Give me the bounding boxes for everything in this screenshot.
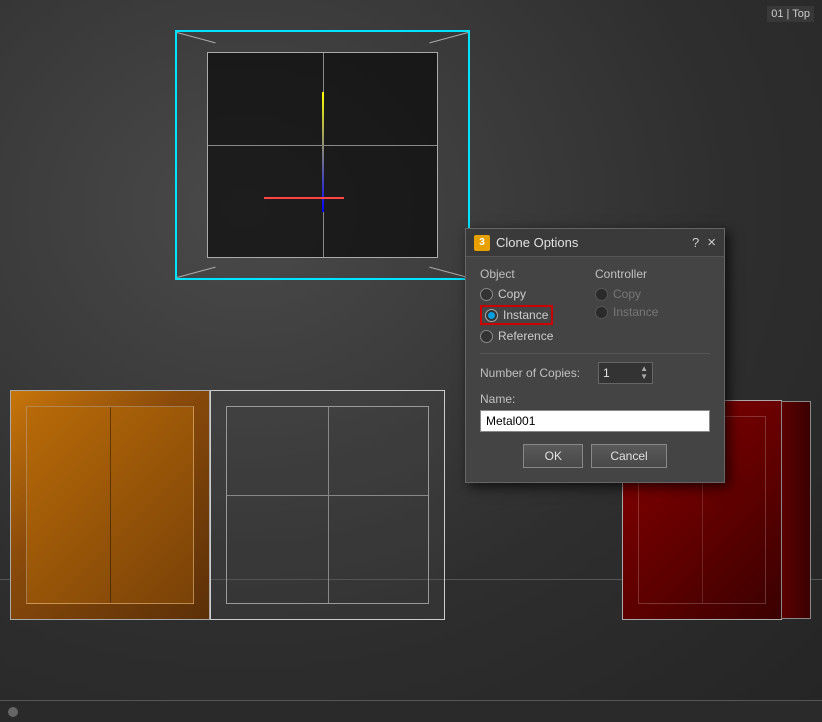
viewport-label: 01 | Top [767,6,814,22]
name-row: Name: [480,392,710,432]
object-instance-label: Instance [503,308,548,322]
object-instance-radio[interactable]: Instance [480,305,595,325]
ok-button[interactable]: OK [523,444,583,468]
copies-down-arrow[interactable]: ▼ [640,373,648,381]
controller-copy-radio: Copy [595,287,710,301]
dialog-help-button[interactable]: ? [692,235,699,250]
copies-label: Number of Copies: [480,366,590,380]
dialog-close-button[interactable]: × [707,235,716,250]
cabinet-brown-inner [26,406,194,604]
cancel-button[interactable]: Cancel [591,444,666,468]
divider-1 [480,353,710,354]
dialog-titlebar: 3 Clone Options ? × [466,229,724,257]
persp-line-tl [177,32,216,43]
copies-row: Number of Copies: 1 ▲ ▼ [480,362,710,384]
clone-options-dialog: 3 Clone Options ? × Object Copy [465,228,725,483]
object-copy-label: Copy [498,287,526,301]
copies-arrows: ▲ ▼ [640,365,648,381]
axis-y [322,92,324,212]
cabinet-wire-inner [226,406,429,604]
controller-instance-radio-outer [595,306,608,319]
copies-spinbox[interactable]: 1 ▲ ▼ [598,362,653,384]
object-copy-radio[interactable]: Copy [480,287,595,301]
cabinet-brown [10,390,210,620]
controller-copy-radio-outer [595,288,608,301]
object-instance-radio-outer [485,309,498,322]
name-label: Name: [480,392,710,406]
selected-object [175,30,470,280]
persp-line-bl [177,267,216,278]
cabinet-red-side [781,401,811,619]
dialog-title: Clone Options [496,235,578,250]
controller-column: Controller Copy Instance [595,267,710,343]
object-copy-radio-outer [480,288,493,301]
object-reference-radio-outer [480,330,493,343]
persp-line-br [429,267,468,278]
status-bar [0,700,822,722]
object-instance-radio-inner [488,312,495,319]
dialog-columns: Object Copy Instance [480,267,710,343]
persp-line-tr [429,32,468,43]
cabinet-wire [210,390,445,620]
status-dot [8,707,18,717]
cabinet-brown-divider [110,407,111,603]
object-reference-radio[interactable]: Reference [480,329,595,343]
dialog-buttons: OK Cancel [480,444,710,472]
cabinet-wire-divider [328,407,329,603]
dialog-body: Object Copy Instance [466,257,724,482]
object-radio-group: Copy Instance Referenc [480,287,595,343]
dialog-title-left: 3 Clone Options [474,235,578,251]
controller-header: Controller [595,267,710,281]
object-column: Object Copy Instance [480,267,595,343]
object-header: Object [480,267,595,281]
copies-value: 1 [603,366,610,380]
object-reference-label: Reference [498,329,553,343]
dialog-app-icon: 3 [474,235,490,251]
cabinet-wire-h [227,495,428,496]
name-input[interactable] [480,410,710,432]
controller-instance-radio: Instance [595,305,710,319]
instance-highlight-box: Instance [480,305,553,325]
dialog-titlebar-actions: ? × [692,235,716,250]
axis-x [264,197,344,199]
controller-instance-label: Instance [613,305,658,319]
controller-radio-group: Copy Instance [595,287,710,319]
controller-copy-label: Copy [613,287,641,301]
